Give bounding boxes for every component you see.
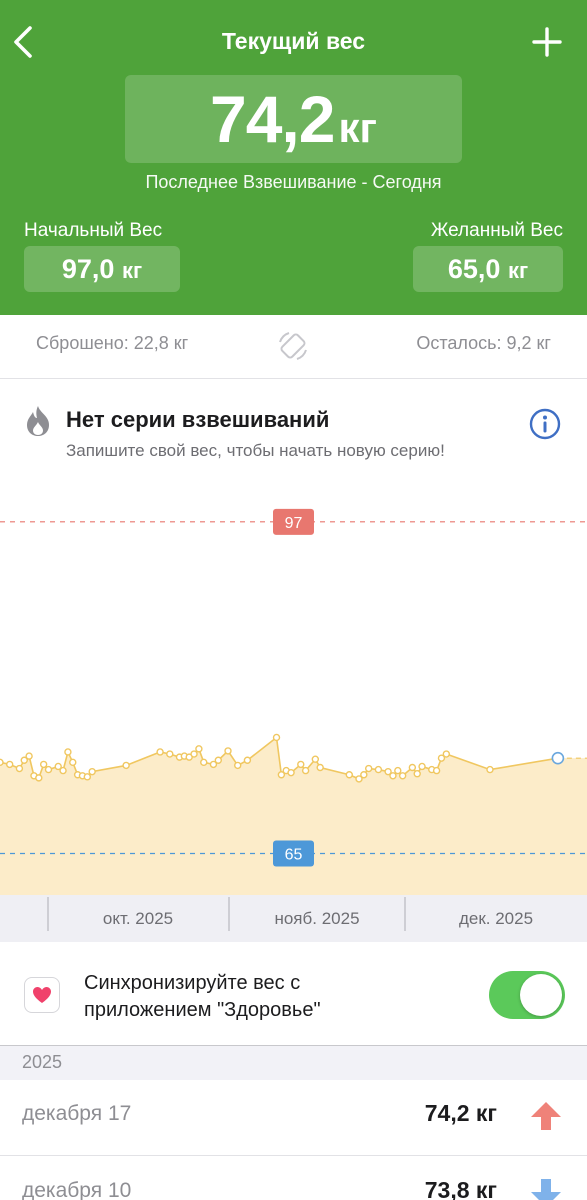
- current-weight-value: 74,2: [210, 82, 335, 156]
- weight-point: [486, 765, 494, 774]
- history-row[interactable]: декабря 17 74,2 кг: [0, 1080, 587, 1156]
- info-icon[interactable]: [529, 408, 561, 440]
- weight-chart[interactable]: 97 65 окт. 2025 нояб. 2025 дек. 2025: [0, 470, 587, 942]
- last-weighing-text: Последнее Взвешивание - Сегодня: [145, 172, 442, 192]
- weight-point: [25, 752, 33, 760]
- lost-weight-text: Сброшено: 22,8 кг: [36, 333, 189, 353]
- weight-point: [190, 750, 198, 758]
- current-weight-box[interactable]: 74,2кг: [125, 75, 462, 163]
- toggle-knob: [520, 974, 562, 1016]
- weight-point: [0, 758, 4, 767]
- goal-weight-box[interactable]: 65,0 кг: [413, 246, 563, 292]
- weight-point: [301, 766, 310, 775]
- arrow-up-icon: [529, 1098, 563, 1134]
- weight-point: [432, 766, 441, 775]
- progress-stats: Сброшено: 22,8 кг Осталось: 9,2 кг: [0, 315, 587, 379]
- health-app-icon: [24, 977, 60, 1013]
- weight-point: [316, 763, 324, 772]
- history-date: декабря 10: [22, 1179, 132, 1200]
- start-weight-value: 97,0: [61, 254, 115, 284]
- weight-point: [442, 750, 451, 758]
- weight-point: [214, 756, 223, 764]
- arrow-down-icon: [529, 1175, 563, 1200]
- weight-point: [200, 758, 208, 767]
- weight-point: [88, 767, 96, 776]
- weight-point: [374, 765, 383, 774]
- weight-point: [83, 773, 92, 781]
- history-date: декабря 17: [22, 1102, 132, 1125]
- weight-point: [6, 760, 14, 769]
- weight-point: [156, 748, 164, 756]
- current-weight-unit: кг: [338, 104, 377, 151]
- health-sync-label-line1: Синхронизируйте вес с: [84, 972, 301, 994]
- start-weight-tag-label: 97: [285, 515, 303, 532]
- goal-weight-unit: кг: [507, 258, 529, 283]
- weight-point: [122, 761, 130, 770]
- weight-point: [64, 748, 72, 756]
- streak-title: Нет серии взвешиваний: [66, 407, 330, 432]
- x-tick-label: окт. 2025: [103, 909, 173, 928]
- header: Текущий вес 74,2кг Последнее Взвешивание…: [0, 0, 587, 315]
- weight-point: [287, 768, 295, 777]
- weight-point: [195, 745, 203, 753]
- start-weight-box[interactable]: 97,0 кг: [24, 246, 180, 292]
- weight-point: [297, 760, 305, 769]
- history-weight: 73,8 кг: [424, 1177, 497, 1200]
- weight-point: [243, 756, 252, 764]
- remaining-weight-text: Осталось: 9,2 кг: [416, 333, 551, 353]
- weight-point: [272, 733, 281, 742]
- health-sync-label-line2: приложением "Здоровье": [84, 999, 321, 1021]
- year-label: 2025: [22, 1052, 63, 1072]
- latest-weight-point: [551, 751, 565, 765]
- x-tick-label: нояб. 2025: [274, 909, 359, 928]
- weight-point: [360, 771, 368, 779]
- start-weight-label: Начальный Вес: [24, 220, 163, 241]
- weight-point: [394, 766, 402, 775]
- start-weight-unit: кг: [121, 258, 143, 283]
- weight-point: [234, 761, 242, 770]
- weight-point: [15, 764, 24, 773]
- weight-point: [39, 760, 48, 769]
- weight-point: [224, 747, 232, 755]
- goal-weight-value: 65,0: [447, 254, 501, 284]
- flame-icon: [24, 405, 52, 437]
- weight-point: [398, 772, 407, 780]
- streak-subtitle: Запишите свой вес, чтобы начать новую се…: [66, 441, 445, 460]
- weight-point: [59, 766, 67, 775]
- weight-point: [418, 762, 426, 771]
- history-row[interactable]: декабря 10 73,8 кг: [0, 1157, 587, 1200]
- weight-point: [364, 764, 373, 773]
- weight-point: [35, 774, 43, 782]
- weight-area: [0, 737, 587, 895]
- rotate-icon[interactable]: [275, 328, 311, 364]
- weight-point: [408, 763, 417, 772]
- weight-point: [311, 755, 320, 763]
- heart-icon: [33, 987, 51, 1003]
- x-tick-label: дек. 2025: [459, 909, 533, 928]
- weight-point: [345, 771, 353, 779]
- add-weight-button[interactable]: [531, 26, 563, 58]
- weight-point: [44, 765, 53, 774]
- year-section-header: 2025: [0, 1046, 587, 1080]
- weight-point: [166, 750, 174, 758]
- health-sync-toggle[interactable]: [489, 971, 565, 1019]
- page-title: Текущий вес: [221, 28, 366, 54]
- weight-point: [413, 770, 421, 778]
- goal-weight-label: Желанный Вес: [430, 220, 563, 241]
- weight-point: [69, 758, 77, 767]
- history-weight: 74,2 кг: [424, 1100, 497, 1126]
- goal-weight-tag-label: 65: [285, 847, 303, 864]
- health-sync-row: Синхронизируйте вес с приложением "Здоро…: [0, 942, 587, 1046]
- health-sync-label: Синхронизируйте вес с приложением "Здоро…: [84, 970, 321, 1024]
- plus-icon: [532, 27, 562, 57]
- weight-point: [389, 772, 397, 780]
